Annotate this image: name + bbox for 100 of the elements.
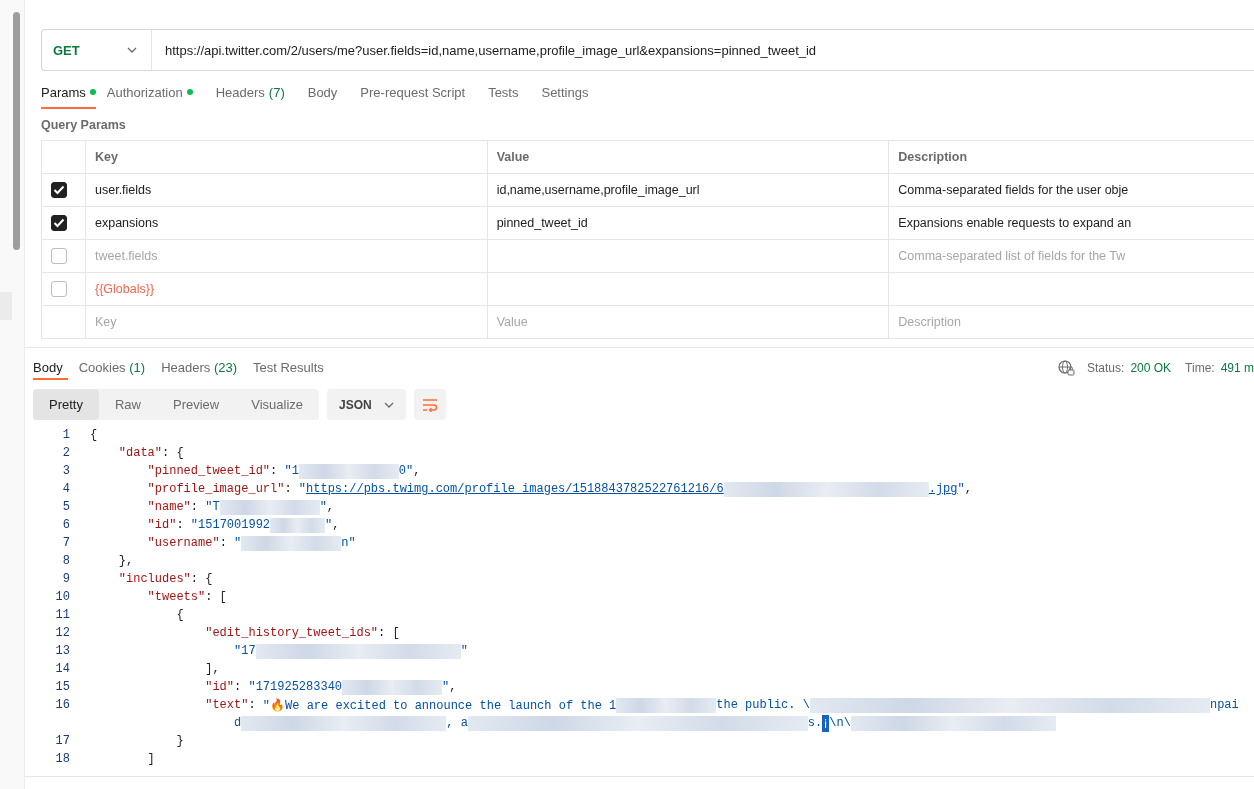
code-text: "1 <box>284 464 299 478</box>
code-text: " <box>234 536 242 550</box>
code-text: npai <box>1209 698 1239 712</box>
code-text: 0" <box>398 464 414 478</box>
code-text: "profile_image_url" <box>146 482 285 496</box>
checkbox[interactable] <box>51 248 67 264</box>
checkbox[interactable] <box>51 215 67 231</box>
line-number: 6 <box>61 518 71 532</box>
code-text: , <box>332 518 340 532</box>
code-text: : <box>219 536 228 550</box>
column-header: Key <box>85 140 488 174</box>
request-tab[interactable]: Tests <box>488 85 531 109</box>
request-tab[interactable]: Settings <box>541 85 601 109</box>
value-cell[interactable]: id,name,username,profile_image_url <box>487 173 889 207</box>
code-text: { <box>175 608 184 622</box>
code-text: \n\ <box>829 716 851 730</box>
value-cell[interactable] <box>487 239 889 273</box>
line-number: 8 <box>61 554 71 568</box>
column-header: Description <box>888 140 1254 174</box>
response-tab[interactable]: Cookies (1) <box>78 356 151 380</box>
code-text: : <box>284 482 293 496</box>
view-mode-tab[interactable]: Preview <box>157 389 236 420</box>
line-number: 13 <box>54 644 71 658</box>
code-text: , <box>964 482 972 496</box>
code-text: : [ <box>205 590 227 604</box>
code-link[interactable]: https://pbs.twimg.com/profile_images/1518843782522761216/6 <box>306 482 724 496</box>
code-text: "pinned_tweet_id" <box>146 464 271 478</box>
scrollbar-thumb[interactable] <box>13 12 20 250</box>
line-number: 15 <box>54 680 71 694</box>
code-text: : { <box>162 446 184 460</box>
checkbox[interactable] <box>51 281 67 297</box>
code-text: } <box>175 734 184 748</box>
request-tab[interactable]: Params <box>41 85 96 109</box>
response-tab[interactable]: Headers (23) <box>161 356 242 380</box>
code-text: "data" <box>117 446 162 460</box>
globe-lock-icon[interactable] <box>1058 360 1075 376</box>
code-text: { <box>90 428 98 442</box>
time-label: Time: <box>1185 361 1215 375</box>
line-number: 14 <box>54 662 71 676</box>
code-text: ], <box>204 662 220 676</box>
checkbox[interactable] <box>51 182 67 198</box>
view-mode-tab[interactable]: Pretty <box>33 389 99 420</box>
section-title: Query Params <box>41 118 127 132</box>
key-cell[interactable]: expansions <box>85 206 488 240</box>
value-cell[interactable] <box>487 272 889 306</box>
code-text: " <box>319 500 327 514</box>
code-text: "username" <box>146 536 220 550</box>
wrap-icon <box>421 397 438 412</box>
code-text: "171925283340 <box>248 680 343 694</box>
code-text: , a <box>446 716 468 730</box>
value-cell[interactable]: pinned_tweet_id <box>487 206 889 240</box>
code-text: : <box>270 464 279 478</box>
request-tab[interactable]: Headers (7) <box>215 85 297 109</box>
line-number: 11 <box>54 608 71 622</box>
code-text: "id" <box>204 680 235 694</box>
code-text: " <box>957 482 965 496</box>
code-text: : <box>176 518 185 532</box>
line-number: 9 <box>61 572 71 586</box>
line-number: 3 <box>61 464 71 478</box>
format-dropdown[interactable]: JSON <box>327 389 406 420</box>
info-emoji: ℹ <box>822 714 830 732</box>
code-link[interactable]: .jpg <box>928 482 958 496</box>
code-text: , <box>326 500 335 514</box>
line-number: 5 <box>61 500 71 514</box>
code-text: "text" <box>204 698 249 712</box>
request-tab[interactable]: Body <box>307 85 350 109</box>
code-text: " <box>442 680 450 694</box>
code-text: : <box>190 500 200 514</box>
code-text: the public. \ <box>716 698 810 712</box>
view-mode-tab[interactable]: Visualize <box>235 389 320 420</box>
code-text: "includes" <box>117 572 191 586</box>
code-text: "17 <box>233 644 256 658</box>
code-text: " <box>460 644 468 658</box>
request-tab[interactable]: Authorization <box>106 85 205 109</box>
key-cell[interactable]: {{Globals}} <box>85 272 488 306</box>
wrap-lines-button[interactable] <box>413 389 446 420</box>
line-number: 2 <box>61 446 71 460</box>
line-number: 7 <box>61 536 71 550</box>
method-dropdown[interactable]: GET <box>42 30 152 70</box>
code-text: "edit_history_tweet_ids" <box>204 626 379 640</box>
status-label: Status: <box>1087 361 1125 375</box>
line-number: 16 <box>54 698 71 712</box>
chevron-down-icon <box>127 47 137 53</box>
code-text: "T <box>205 500 220 514</box>
code-text: : [ <box>378 626 400 640</box>
view-mode-tab[interactable]: Raw <box>98 389 157 420</box>
request-tab[interactable]: Pre-request Script <box>360 85 478 109</box>
code-text: s. <box>807 716 823 730</box>
code-text: : { <box>190 572 213 586</box>
line-number: 17 <box>54 734 71 748</box>
code-text: ] <box>146 752 155 766</box>
key-cell[interactable]: user.fields <box>85 173 488 207</box>
response-tab[interactable]: Body <box>33 356 68 380</box>
code-text: "🔥We are excited to announce the launch of the 1 <box>262 697 617 713</box>
redaction-blur <box>270 517 326 533</box>
code-text: "1517001992 <box>190 518 271 532</box>
code-text: n" <box>341 536 356 550</box>
line-number: 12 <box>54 626 71 640</box>
response-tab[interactable]: Test Results <box>253 356 329 380</box>
url-field[interactable]: https://api.twitter.com/2/users/me?user.fields=id,name,username,profile_image_url&expansions=pinned_tweet_id <box>152 42 817 58</box>
